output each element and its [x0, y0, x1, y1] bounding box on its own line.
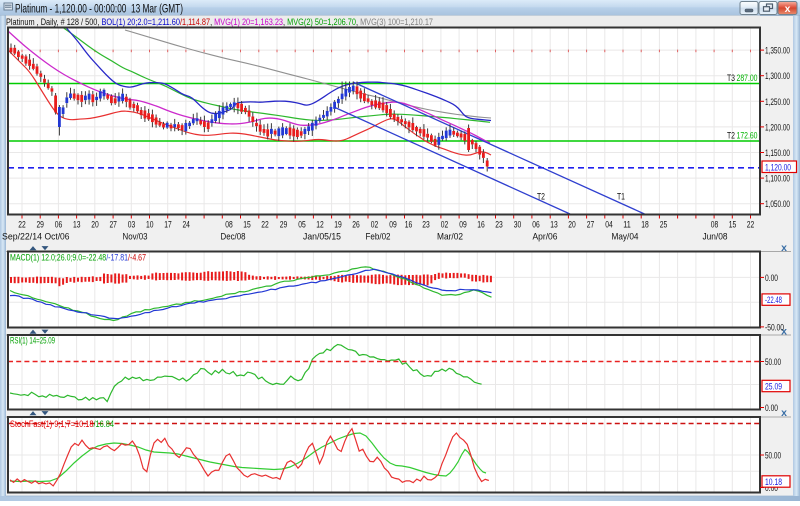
svg-text:23: 23	[495, 220, 503, 231]
svg-text:15: 15	[729, 220, 737, 231]
svg-text:1,250.00: 1,250.00	[765, 97, 790, 108]
svg-text:16: 16	[477, 220, 485, 231]
svg-text:15: 15	[243, 220, 251, 231]
svg-text:1,150.00: 1,150.00	[765, 148, 790, 159]
svg-text:11: 11	[623, 220, 631, 231]
svg-text:Jun/08: Jun/08	[703, 232, 728, 243]
svg-text:22: 22	[261, 220, 269, 231]
svg-text:Mar/02: Mar/02	[437, 232, 463, 243]
svg-text:Platinum - 1,120.00 - 00:00:00: Platinum - 1,120.00 - 00:00:00 13 Mar (G…	[15, 1, 183, 15]
svg-text:T3: T3	[727, 73, 735, 84]
svg-text:27: 27	[587, 220, 595, 231]
svg-text:0.00: 0.00	[765, 273, 778, 284]
svg-text:23: 23	[422, 220, 430, 231]
svg-text:20: 20	[568, 220, 576, 231]
svg-text:27: 27	[109, 220, 117, 231]
svg-text:22: 22	[18, 220, 26, 231]
svg-text:MACD(1) 12.0;26.0;9.0=-22.48/-: MACD(1) 12.0;26.0;9.0=-22.48/-17.81/-4.6…	[10, 253, 146, 264]
svg-text:22: 22	[747, 220, 755, 231]
svg-text:T2: T2	[537, 192, 545, 203]
svg-text:10.18: 10.18	[765, 477, 782, 488]
svg-text:03: 03	[128, 220, 136, 231]
svg-text:29: 29	[280, 220, 288, 231]
svg-text:18: 18	[641, 220, 649, 231]
svg-text:16: 16	[405, 220, 413, 231]
svg-text:50.00: 50.00	[765, 357, 781, 368]
svg-text:Dec/08: Dec/08	[221, 232, 246, 243]
svg-text:04: 04	[605, 220, 613, 231]
svg-text:17: 17	[164, 220, 172, 231]
svg-text:287.00: 287.00	[737, 73, 758, 84]
svg-text:06: 06	[55, 220, 63, 231]
svg-text:13: 13	[550, 220, 558, 231]
svg-text:02: 02	[441, 220, 449, 231]
svg-text:13: 13	[73, 220, 81, 231]
svg-text:12: 12	[316, 220, 324, 231]
svg-text:Jan/05/15: Jan/05/15	[303, 232, 341, 243]
svg-text:T2: T2	[727, 131, 735, 142]
svg-text:1,050.00: 1,050.00	[765, 199, 790, 210]
svg-text:06: 06	[532, 220, 540, 231]
svg-text:29: 29	[36, 220, 44, 231]
svg-text:26: 26	[352, 220, 360, 231]
svg-text:05: 05	[298, 220, 306, 231]
svg-text:10: 10	[146, 220, 154, 231]
svg-text:x: x	[781, 242, 787, 254]
svg-text:1,300.00: 1,300.00	[765, 71, 790, 82]
svg-text:25: 25	[660, 220, 668, 231]
svg-text:-22.48: -22.48	[765, 295, 782, 306]
svg-text:02: 02	[371, 220, 379, 231]
svg-text:Apr/06: Apr/06	[533, 232, 558, 243]
svg-text:-50.00: -50.00	[765, 322, 784, 333]
svg-text:0.00: 0.00	[765, 403, 778, 414]
svg-text:30: 30	[514, 220, 522, 231]
svg-text:Feb/02: Feb/02	[366, 232, 391, 243]
svg-text:1,200.00: 1,200.00	[765, 122, 790, 133]
svg-text:May/04: May/04	[612, 232, 639, 243]
svg-text:172.60: 172.60	[737, 131, 758, 142]
svg-text:19: 19	[334, 220, 342, 231]
svg-text:09: 09	[389, 220, 397, 231]
svg-text:08: 08	[711, 220, 719, 231]
svg-text:Nov/03: Nov/03	[123, 232, 148, 243]
svg-text:20: 20	[91, 220, 99, 231]
svg-text:StochFast(1) 9;1;7=10.18/16.84: StochFast(1) 9;1;7=10.18/16.84	[10, 419, 114, 430]
svg-text:Platinum , Daily, # 128 / 500,: Platinum , Daily, # 128 / 500, BOL(1) 20…	[6, 17, 433, 27]
svg-text:Oct/06: Oct/06	[45, 232, 70, 243]
svg-text:Sep/22/14: Sep/22/14	[2, 232, 42, 243]
svg-text:1,350.00: 1,350.00	[765, 46, 790, 57]
svg-text:RSI(1) 14=25.09: RSI(1) 14=25.09	[10, 336, 55, 347]
svg-text:T1: T1	[617, 192, 625, 203]
svg-text:x: x	[785, 3, 791, 15]
svg-text:1,100.00: 1,100.00	[765, 174, 790, 185]
svg-text:24: 24	[182, 220, 190, 231]
svg-text:50.00: 50.00	[765, 451, 781, 462]
svg-text:25.09: 25.09	[765, 382, 782, 393]
svg-text:09: 09	[459, 220, 467, 231]
svg-text:1,120.00: 1,120.00	[765, 162, 791, 173]
svg-text:08: 08	[225, 220, 233, 231]
